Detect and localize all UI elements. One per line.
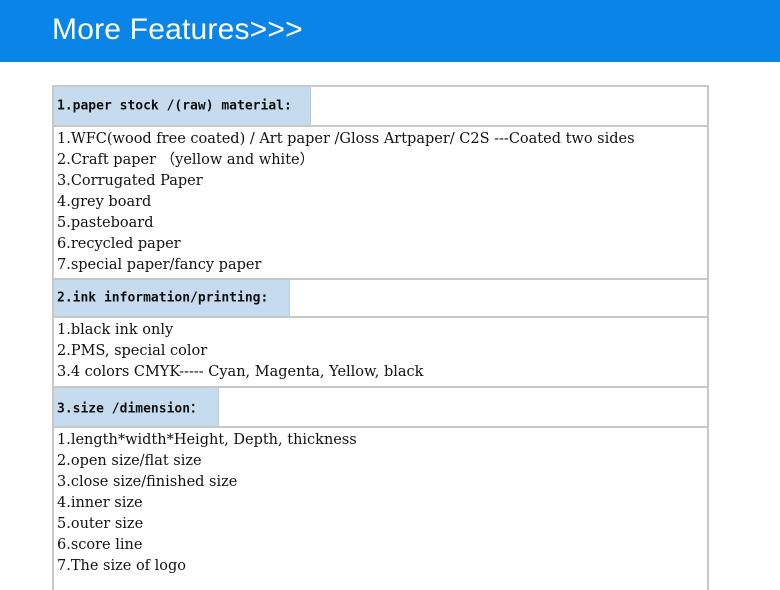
- list-item: 1.length*width*Height, Depth, thickness: [57, 432, 357, 448]
- list-item: 5.pasteboard: [57, 215, 154, 231]
- features-table: 1.paper stock /(raw) material: 1.WFC(woo…: [52, 85, 709, 590]
- list-item: 7.special paper/fancy paper: [57, 257, 262, 273]
- list-item: 2.PMS, special color: [57, 343, 208, 359]
- list-item: 4.inner size: [57, 495, 143, 511]
- section-paper-stock-header: 1.paper stock /(raw) material:: [54, 87, 707, 127]
- list-item: 3.4 colors CMYK----- Cyan, Magenta, Yell…: [57, 364, 424, 380]
- list-item: 2.Craft paper （yellow and white）: [57, 152, 315, 168]
- list-item: 4.grey board: [57, 194, 152, 210]
- section-ink-body: 1.black ink only 2.PMS, special color 3.…: [54, 318, 707, 388]
- banner-title: More Features>>>: [52, 13, 303, 46]
- list-item: 6.score line: [57, 537, 143, 553]
- section-ink-header: 2.ink information/printing:: [54, 280, 707, 318]
- section-heading: 1.paper stock /(raw) material:: [57, 98, 292, 114]
- section-heading: 2.ink information/printing:: [57, 290, 269, 306]
- section-size-tab: 3.size /dimension：: [54, 388, 219, 426]
- list-item: 3.Corrugated Paper: [57, 173, 203, 189]
- section-heading: 3.size /dimension：: [57, 401, 204, 417]
- list-item: 2.open size/flat size: [57, 453, 202, 469]
- section-size-header: 3.size /dimension：: [54, 388, 707, 428]
- features-banner: More Features>>>: [0, 0, 780, 62]
- list-item: 1.WFC(wood free coated) / Art paper /Glo…: [57, 131, 635, 147]
- section-ink-tab: 2.ink information/printing:: [54, 280, 290, 316]
- list-item: 7.The size of logo: [57, 558, 187, 574]
- section-paper-stock-body: 1.WFC(wood free coated) / Art paper /Glo…: [54, 127, 707, 280]
- section-paper-stock-tab: 1.paper stock /(raw) material:: [54, 87, 311, 125]
- list-item: 1.black ink only: [57, 322, 174, 338]
- section-size-body: 1.length*width*Height, Depth, thickness …: [54, 428, 707, 588]
- list-item: 6.recycled paper: [57, 236, 181, 252]
- list-item: 3.close size/finished size: [57, 474, 238, 490]
- list-item: 5.outer size: [57, 516, 144, 532]
